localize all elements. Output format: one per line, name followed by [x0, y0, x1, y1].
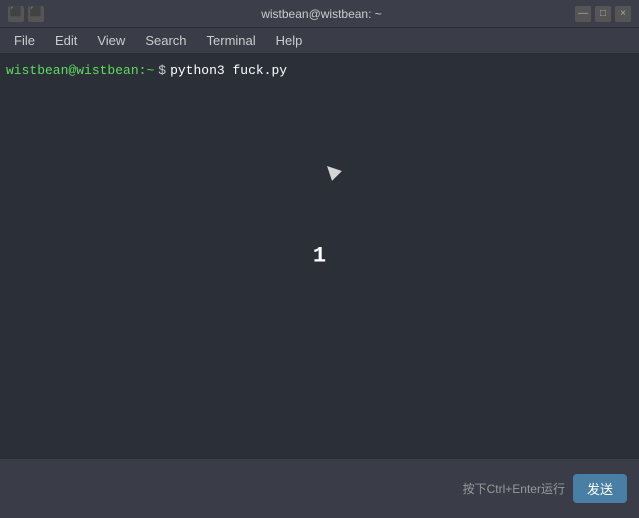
maximize-button[interactable]: □ [595, 6, 611, 22]
menu-search[interactable]: Search [135, 31, 196, 50]
terminal-area[interactable]: wistbean@wistbean: ~ $ python3 fuck.py 1 [0, 54, 639, 458]
menu-terminal[interactable]: Terminal [197, 31, 266, 50]
terminal-command: python3 fuck.py [170, 62, 287, 80]
command-line: wistbean@wistbean: ~ $ python3 fuck.py [6, 62, 633, 80]
close-icon: × [620, 9, 626, 19]
window-icon-2: ⬛ [28, 6, 44, 22]
prompt-user: wistbean@wistbean: [6, 62, 146, 80]
maximize-icon: □ [600, 9, 606, 19]
window-title: wistbean@wistbean: ~ [68, 7, 575, 21]
prompt-path: ~ [146, 62, 154, 80]
menu-help[interactable]: Help [266, 31, 313, 50]
menu-file[interactable]: File [4, 31, 45, 50]
minimize-icon: — [578, 9, 588, 19]
mouse-cursor [322, 161, 342, 181]
menu-view[interactable]: View [87, 31, 135, 50]
keyboard-hint: 按下Ctrl+Enter运行 [463, 480, 565, 497]
menu-edit[interactable]: Edit [45, 31, 87, 50]
window-controls: — □ × [575, 6, 631, 22]
title-bar: ⬛ ⬛ wistbean@wistbean: ~ — □ × [0, 0, 639, 28]
terminal-output: 1 [313, 244, 326, 269]
bottom-bar: 按下Ctrl+Enter运行 发送 [0, 458, 639, 518]
send-button[interactable]: 发送 [573, 474, 627, 503]
menu-bar: File Edit View Search Terminal Help [0, 28, 639, 54]
window-icon-1: ⬛ [8, 6, 24, 22]
minimize-button[interactable]: — [575, 6, 591, 22]
prompt-dollar: $ [158, 62, 166, 80]
close-button[interactable]: × [615, 6, 631, 22]
